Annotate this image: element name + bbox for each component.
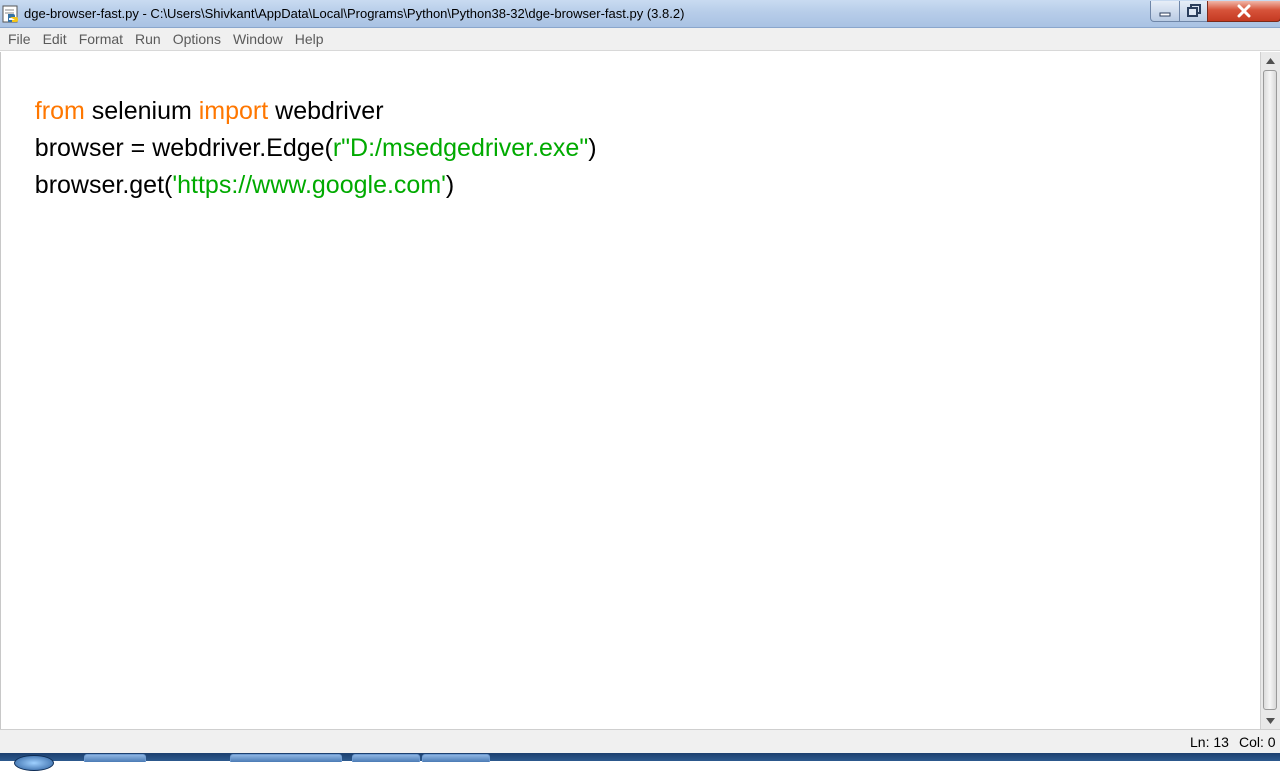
status-bar: Ln: 13 Col: 0 bbox=[0, 729, 1280, 753]
menu-file[interactable]: File bbox=[2, 28, 37, 51]
python-idle-icon bbox=[2, 5, 18, 23]
start-button[interactable] bbox=[14, 755, 54, 771]
menu-help[interactable]: Help bbox=[289, 28, 330, 51]
menu-run[interactable]: Run bbox=[129, 28, 167, 51]
chevron-up-icon bbox=[1266, 57, 1275, 64]
close-button[interactable] bbox=[1207, 1, 1280, 22]
scroll-up-button[interactable] bbox=[1261, 52, 1280, 69]
menu-edit[interactable]: Edit bbox=[37, 28, 73, 51]
menu-format[interactable]: Format bbox=[73, 28, 129, 51]
status-col: Col: 0 bbox=[1239, 734, 1276, 750]
menu-options[interactable]: Options bbox=[167, 28, 227, 51]
vertical-scrollbar[interactable] bbox=[1260, 52, 1280, 729]
scroll-thumb[interactable] bbox=[1263, 70, 1277, 710]
scroll-down-button[interactable] bbox=[1261, 712, 1280, 729]
title-bar[interactable]: dge-browser-fast.py - C:\Users\Shivkant\… bbox=[0, 0, 1280, 28]
status-line: Ln: 13 bbox=[1190, 734, 1229, 750]
chevron-down-icon bbox=[1266, 717, 1275, 724]
code-token: ) bbox=[445, 171, 455, 199]
taskbar bbox=[0, 753, 1280, 771]
code-editor[interactable]: from selenium import webdriver browser =… bbox=[0, 52, 1260, 729]
minimize-button[interactable] bbox=[1150, 1, 1180, 22]
window-title: dge-browser-fast.py - C:\Users\Shivkant\… bbox=[24, 6, 685, 21]
restore-icon bbox=[1186, 4, 1201, 17]
code-token: browser.get( bbox=[34, 171, 173, 199]
code-line-1[interactable]: from selenium import webdriver bbox=[7, 56, 384, 125]
menu-window[interactable]: Window bbox=[227, 28, 289, 51]
restore-button[interactable] bbox=[1179, 1, 1208, 22]
code-token: ) bbox=[588, 134, 597, 162]
code-token: 'https://www.google.com' bbox=[172, 171, 446, 199]
code-line-3[interactable]: browser.get('https://www.google.com') bbox=[7, 130, 454, 199]
close-icon bbox=[1237, 4, 1251, 18]
menu-bar: File Edit Format Run Options Window Help bbox=[0, 28, 1280, 51]
minimize-icon bbox=[1159, 12, 1171, 17]
code-line-2[interactable]: browser = webdriver.Edge(r"D:/msedgedriv… bbox=[7, 93, 597, 162]
